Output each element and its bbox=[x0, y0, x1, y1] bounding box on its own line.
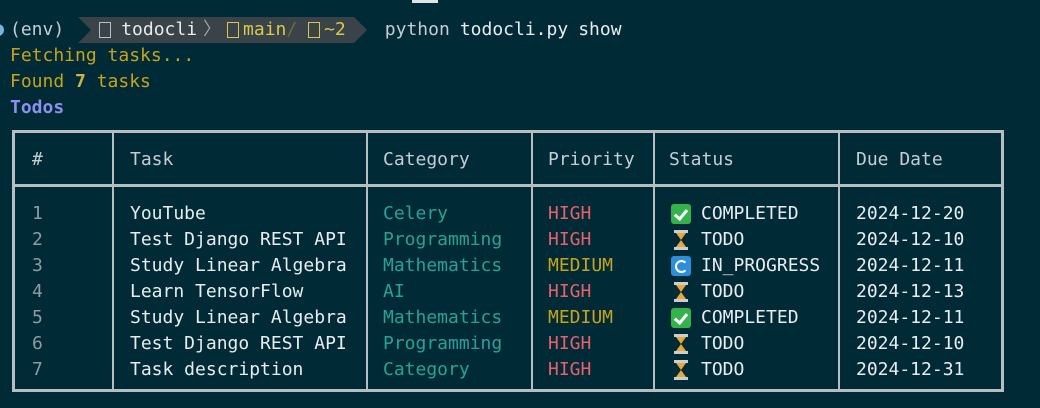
hourglass-icon bbox=[674, 282, 688, 302]
status-label: TODO bbox=[701, 359, 745, 380]
task-due-date: 2024-12-10 bbox=[856, 229, 965, 250]
task-priority: MEDIUM bbox=[548, 307, 614, 328]
hourglass-icon bbox=[674, 334, 688, 354]
task-status: COMPLETED bbox=[671, 305, 799, 331]
hourglass-icon bbox=[674, 230, 688, 250]
fetching-message: Fetching tasks... bbox=[10, 45, 195, 66]
git-dirty-count: ~2 bbox=[324, 19, 346, 40]
virtualenv-label: (env) bbox=[10, 19, 65, 40]
task-status: IN_PROGRESS bbox=[671, 253, 820, 279]
check-icon bbox=[671, 204, 691, 224]
refresh-icon bbox=[671, 256, 691, 276]
header-category: Category bbox=[383, 149, 470, 170]
task-status: TODO bbox=[671, 279, 744, 305]
todo-table: # Task Category Priority Status Due Date… bbox=[12, 130, 1004, 392]
git-separator: / bbox=[286, 19, 309, 40]
task-name: Learn TensorFlow bbox=[130, 281, 304, 302]
row-number: 2 bbox=[32, 229, 43, 250]
command-file: todocli.py bbox=[459, 19, 569, 40]
header-priority: Priority bbox=[548, 149, 635, 170]
column-divider bbox=[838, 133, 840, 389]
check-icon bbox=[671, 308, 691, 328]
task-priority: HIGH bbox=[548, 229, 592, 250]
task-name: Study Linear Algebra bbox=[130, 255, 347, 276]
row-number: 3 bbox=[32, 255, 43, 276]
task-due-date: 2024-12-13 bbox=[856, 281, 965, 302]
task-name: YouTube bbox=[130, 203, 206, 224]
task-due-date: 2024-12-10 bbox=[856, 333, 965, 354]
command-arg: show bbox=[578, 19, 622, 40]
prompt-segment-end bbox=[353, 17, 367, 43]
task-category: Mathematics bbox=[383, 307, 503, 328]
task-status: TODO bbox=[671, 227, 744, 253]
task-category: Mathematics bbox=[383, 255, 503, 276]
column-divider bbox=[531, 133, 533, 389]
found-prefix: Found bbox=[10, 71, 76, 92]
folder-icon bbox=[99, 22, 112, 38]
git-status-icon bbox=[308, 22, 321, 38]
git-branch-icon bbox=[227, 22, 240, 38]
row-number: 1 bbox=[32, 203, 43, 224]
task-due-date: 2024-12-31 bbox=[856, 359, 965, 380]
task-category: AI bbox=[383, 281, 405, 302]
header-separator bbox=[15, 184, 1001, 187]
task-due-date: 2024-12-11 bbox=[856, 255, 965, 276]
task-category: Programming bbox=[383, 333, 503, 354]
table-title: Todos bbox=[10, 97, 65, 118]
column-divider bbox=[653, 133, 655, 389]
header-task: Task bbox=[130, 149, 174, 170]
task-category: Programming bbox=[383, 229, 503, 250]
task-priority: HIGH bbox=[548, 359, 592, 380]
task-priority: HIGH bbox=[548, 203, 592, 224]
task-name: Test Django REST API bbox=[130, 333, 347, 354]
found-count: 7 bbox=[75, 71, 86, 92]
status-label: TODO bbox=[701, 229, 745, 250]
task-due-date: 2024-12-20 bbox=[856, 203, 965, 224]
column-divider bbox=[366, 133, 368, 389]
header-status: Status bbox=[669, 149, 735, 170]
task-status: COMPLETED bbox=[671, 201, 799, 227]
task-name: Test Django REST API bbox=[130, 229, 347, 250]
task-category: Celery bbox=[383, 203, 449, 224]
task-category: Category bbox=[383, 359, 470, 380]
row-number: 4 bbox=[32, 281, 43, 302]
status-label: TODO bbox=[701, 281, 745, 302]
status-label: COMPLETED bbox=[701, 203, 799, 224]
header-number: # bbox=[32, 149, 43, 170]
task-priority: MEDIUM bbox=[548, 255, 614, 276]
task-due-date: 2024-12-11 bbox=[856, 307, 965, 328]
task-name: Study Linear Algebra bbox=[130, 307, 347, 328]
found-message: Found 7 tasks bbox=[10, 69, 151, 95]
hourglass-icon bbox=[674, 360, 688, 380]
directory-segment: todocli 〉 main / ~2 bbox=[91, 17, 354, 43]
task-priority: HIGH bbox=[548, 281, 592, 302]
task-status: TODO bbox=[671, 357, 744, 383]
terminal-cursor bbox=[412, 0, 438, 3]
task-name: Task description bbox=[130, 359, 304, 380]
directory-name: todocli bbox=[121, 19, 198, 40]
row-number: 6 bbox=[32, 333, 43, 354]
row-number: 5 bbox=[32, 307, 43, 328]
command-name: python bbox=[384, 19, 450, 40]
prompt-segment-start bbox=[78, 17, 92, 43]
task-priority: HIGH bbox=[548, 333, 592, 354]
found-suffix: tasks bbox=[85, 71, 151, 92]
shell-prompt: (env) todocli 〉 main / ~2 python todocli… bbox=[0, 17, 622, 43]
git-branch-name: main bbox=[243, 19, 287, 40]
column-divider bbox=[112, 133, 114, 389]
header-due-date: Due Date bbox=[856, 149, 943, 170]
task-status: TODO bbox=[671, 331, 744, 357]
status-label: IN_PROGRESS bbox=[701, 255, 821, 276]
chevron-right-icon: 〉 bbox=[203, 19, 222, 40]
status-label: TODO bbox=[701, 333, 745, 354]
status-label: COMPLETED bbox=[701, 307, 799, 328]
row-number: 7 bbox=[32, 359, 43, 380]
